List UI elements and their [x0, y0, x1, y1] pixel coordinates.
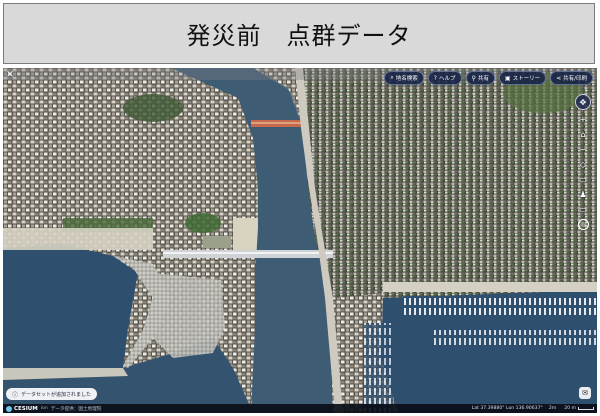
slide-title: 発災前 点群データ [186, 22, 412, 50]
scale-bar-graphic [578, 407, 594, 410]
data-attribution[interactable]: データ提供：国土地理院 [51, 406, 102, 412]
close-icon[interactable]: ✕ [5, 70, 15, 80]
story-button[interactable]: ▣ ストーリー [498, 71, 547, 85]
feedback-icon[interactable]: ✉ [579, 387, 591, 399]
ion-label: ion [40, 406, 48, 411]
help-button[interactable]: ? ヘルプ [427, 71, 462, 85]
scale-label: 20 m [564, 406, 576, 411]
notification-text: データセットが追加されました [21, 391, 92, 398]
zoom-out-icon[interactable]: − [578, 144, 589, 155]
cesium-logo-icon [6, 405, 12, 412]
link-button[interactable]: ⚲ 共有 [465, 71, 495, 85]
settings-icon[interactable]: ◎ [577, 219, 589, 230]
help-icon: ? [433, 74, 437, 82]
share-print-button[interactable]: ⋖ 共有/印刷 [550, 71, 593, 85]
coordinate-readout: Lat 37.39880° Lon 136.90637° [471, 406, 543, 411]
top-toolbar: ⌕ 地名検索 ? ヘルプ ⚲ 共有 ▣ ストーリー ⋖ 共有/印刷 [384, 71, 593, 85]
locate-icon[interactable]: ◇ [578, 159, 589, 170]
pedestrian-icon[interactable]: ♟ [578, 189, 589, 200]
scale-bar: 20 m [564, 406, 594, 411]
tilt-icon[interactable]: ▭ [578, 174, 589, 185]
share-link-icon: ⚲ [471, 74, 476, 82]
home-icon[interactable]: ⌂ [578, 129, 589, 140]
notification-toast[interactable]: ⓘ データセットが追加されました [6, 388, 98, 400]
map-navigation-controls: ✥ + ⌂ − ◇ ▭ ♟ ▭ ◎ [575, 94, 591, 230]
zoom-in-icon[interactable]: + [578, 114, 589, 125]
share-icon: ⋖ [556, 74, 562, 82]
height-readout: 2m [548, 406, 557, 411]
compass-icon[interactable]: ✥ [575, 94, 591, 110]
search-icon: ⌕ [390, 74, 394, 81]
story-icon: ▣ [504, 74, 511, 82]
point-cloud-scene[interactable] [3, 68, 597, 413]
slide-title-box: 発災前 点群データ [3, 3, 595, 64]
info-icon: ⓘ [12, 391, 19, 399]
vr-icon[interactable]: ▭ [578, 204, 589, 215]
map-viewer[interactable]: ✕ ⌕ 地名検索 ? ヘルプ ⚲ 共有 ▣ ストーリー ⋖ 共有/印刷 ✥ + … [3, 68, 597, 413]
cesium-logo[interactable]: CESIUM [6, 405, 38, 412]
search-button[interactable]: ⌕ 地名検索 [384, 71, 424, 85]
status-bar: CESIUM ion データ提供：国土地理院 Lat 37.39880° Lon… [3, 404, 597, 413]
